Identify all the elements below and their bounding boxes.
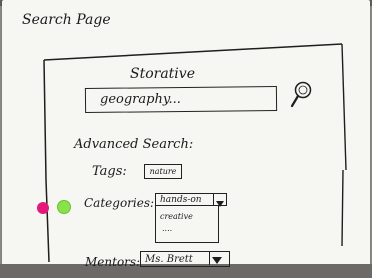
advanced-search-heading: Advanced Search:: [74, 137, 194, 152]
tags-label: Tags:: [92, 164, 127, 179]
chevron-down-icon[interactable]: [213, 194, 226, 207]
page-label: Search Page: [22, 12, 111, 28]
tag-chip-nature[interactable]: nature: [144, 164, 182, 179]
chevron-down-icon[interactable]: [209, 252, 224, 265]
app-name: Storative: [130, 66, 195, 82]
green-marker-dot: [57, 200, 71, 214]
pink-marker-dot: [37, 202, 49, 214]
category-option-more[interactable]: ....: [162, 224, 172, 233]
category-option-creative[interactable]: creative: [160, 212, 193, 221]
mentors-label: Mentors:: [85, 255, 141, 269]
categories-label: Categories:: [84, 196, 155, 210]
search-input-value: geography...: [100, 92, 181, 107]
magnifier-icon[interactable]: [288, 80, 314, 110]
